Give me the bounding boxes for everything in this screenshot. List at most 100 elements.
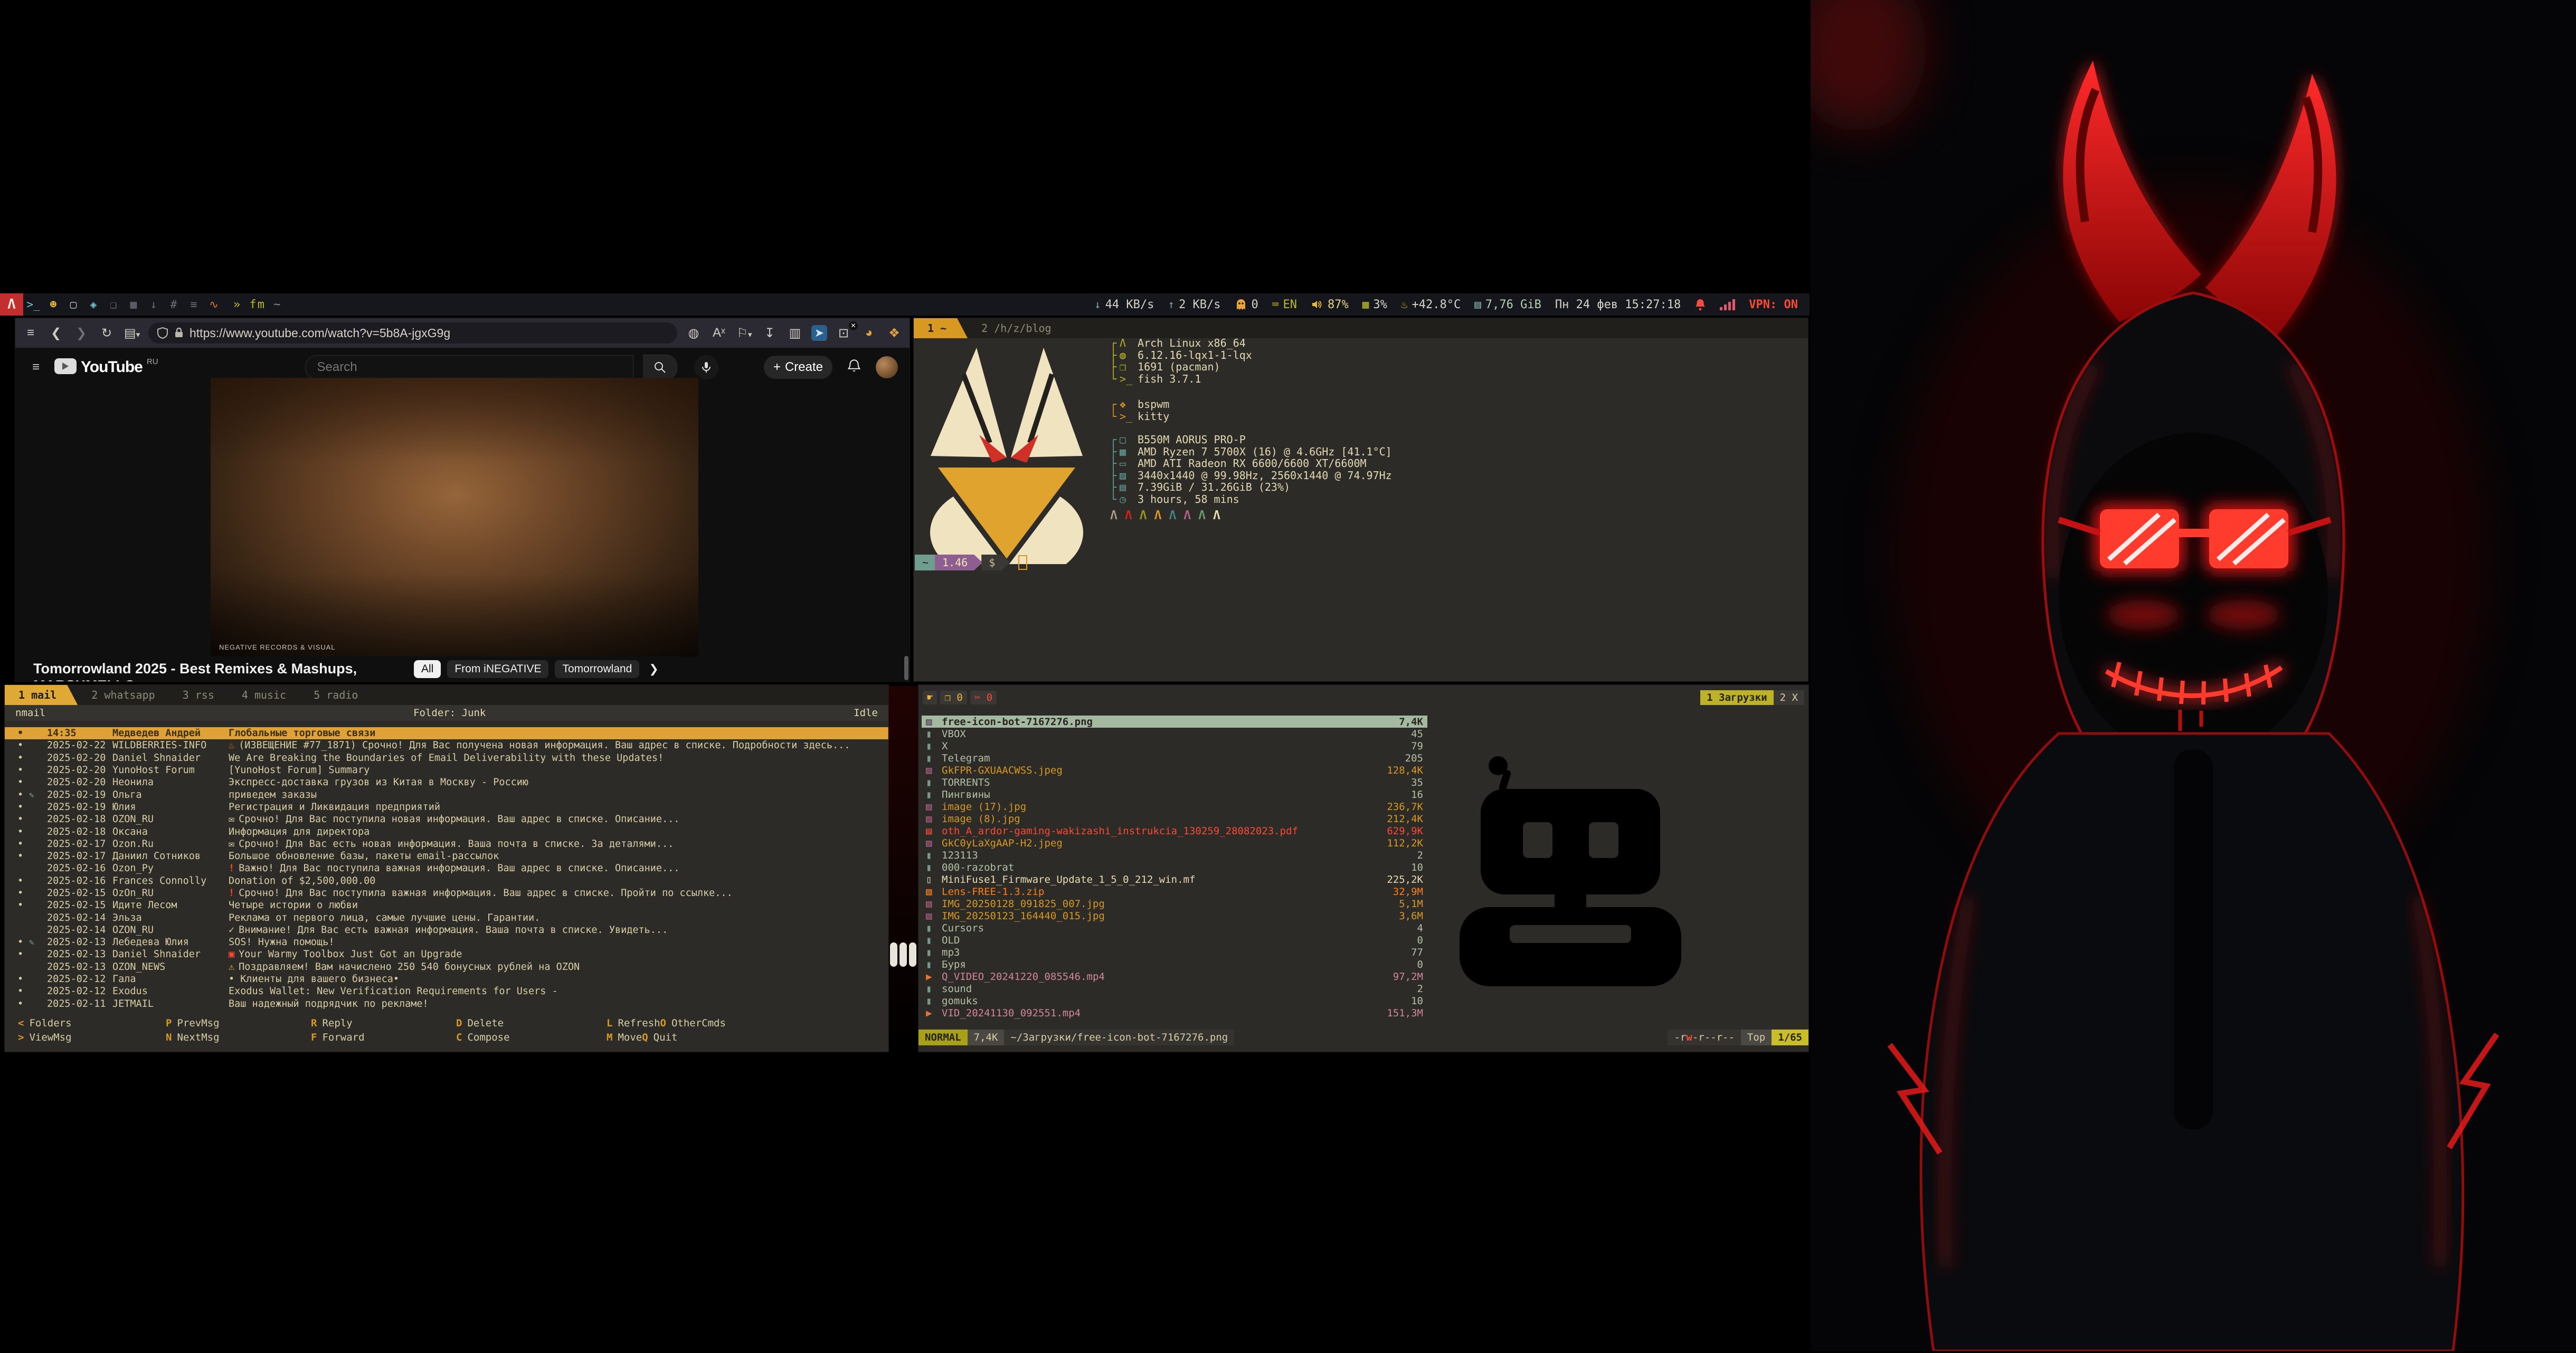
browser-menu-icon[interactable]: ≡ bbox=[22, 326, 40, 340]
file-row[interactable]: ▮ Пингвины 16 bbox=[922, 788, 1427, 801]
mail-row[interactable]: • 2025-02-12 Гала • Клиенты для вашего б… bbox=[5, 973, 888, 985]
workspace-icon[interactable]: ≡ bbox=[184, 298, 204, 311]
yazi-tab[interactable]: 1 Загрузки bbox=[1700, 690, 1773, 705]
yazi-tab[interactable]: 2 X bbox=[1774, 690, 1804, 705]
create-button[interactable]: +Create bbox=[764, 356, 832, 379]
mail-row[interactable]: • 2025-02-17 Ozon.Ru ✉Срочно! Для Вас ес… bbox=[5, 838, 888, 850]
keybind[interactable]: FForward bbox=[311, 1032, 456, 1043]
translate-icon[interactable]: Aˣ bbox=[710, 326, 728, 340]
arch-launcher-icon[interactable]: Λ bbox=[0, 293, 23, 316]
mail-row[interactable]: 2025-02-13 OZON_NEWS ⚠Поздравляем! Вам н… bbox=[5, 961, 888, 973]
terminal-tab[interactable]: 2 /h/z/blog bbox=[968, 318, 1065, 338]
mail-row[interactable]: • 2025-02-20 YunoHost Forum [YunoHost Fo… bbox=[5, 764, 888, 776]
reader-mode-icon[interactable]: ▤▾ bbox=[123, 326, 141, 341]
bookmark-icon[interactable]: ⚐▾ bbox=[735, 326, 753, 341]
workspace-icon[interactable]: ❏ bbox=[103, 298, 124, 311]
mail-row[interactable]: • 2025-02-15 Идите Лесом Четыре истории … bbox=[5, 899, 888, 911]
file-row[interactable]: ▮ Cursors 4 bbox=[922, 922, 1427, 934]
mail-tab[interactable]: 3 rss bbox=[169, 685, 228, 705]
mail-row[interactable]: • 14:35 Медведев Андрей Глобальные торго… bbox=[5, 727, 888, 739]
search-button[interactable] bbox=[643, 355, 677, 380]
url-text[interactable]: https://www.youtube.com/watch?v=5b8A-jgx… bbox=[190, 326, 450, 340]
mail-row[interactable]: • ✎ 2025-02-13 Лебедева Юлия SOS! Нужна … bbox=[5, 936, 888, 948]
sidebar-icon[interactable]: ▥ bbox=[786, 326, 804, 341]
mic-button[interactable] bbox=[694, 355, 718, 379]
filter-chip[interactable]: Tomorrowland bbox=[555, 660, 639, 678]
workspace-icon[interactable]: ◈ bbox=[83, 298, 103, 311]
file-row[interactable]: ▨ image (8).jpg 212,4K bbox=[922, 813, 1427, 825]
extensions-puzzle-icon[interactable]: ❖ bbox=[885, 326, 903, 341]
file-row[interactable]: ▨ IMG_20250128_091825_007.jpg 5,1M bbox=[922, 898, 1427, 910]
reload-icon[interactable]: ↻ bbox=[98, 326, 116, 341]
keybind[interactable]: OOtherCmds bbox=[660, 1017, 726, 1029]
volume-module[interactable]: 87% bbox=[1311, 298, 1349, 311]
mail-tab[interactable]: 2 whatsapp bbox=[78, 685, 168, 705]
file-row[interactable]: ▯ MiniFuse1_Firmware_Update_1_5_0_212_wi… bbox=[922, 873, 1427, 885]
search-input[interactable] bbox=[316, 359, 603, 375]
screenshot-extension-icon[interactable]: ⊡ bbox=[835, 326, 853, 341]
mail-row[interactable]: • 2025-02-12 Exodus Exodus Wallet: New V… bbox=[5, 985, 888, 997]
mail-row[interactable]: • 2025-02-11 JETMAIL Ваш надежный подряд… bbox=[5, 998, 888, 1010]
mail-tab[interactable]: 1 mail bbox=[5, 685, 78, 705]
shield-icon[interactable] bbox=[157, 327, 168, 339]
mail-row[interactable]: • 2025-02-15 OzOn_RU !Срочно! Для Вас по… bbox=[5, 887, 888, 899]
pointer-extension-icon[interactable]: ➤ bbox=[811, 325, 827, 341]
workspace-icon[interactable]: ▢ bbox=[63, 298, 83, 311]
clock-module[interactable]: Пн 24 фев 15:27:18 bbox=[1555, 298, 1681, 311]
keybind[interactable]: RReply bbox=[311, 1017, 456, 1029]
mail-row[interactable]: • 2025-02-18 Оксана Информация для дирек… bbox=[5, 825, 888, 837]
mail-row[interactable]: • ✎ 2025-02-19 Ольга приведем заказы bbox=[5, 788, 888, 801]
download-icon[interactable]: ↧ bbox=[761, 326, 779, 341]
mask-extension-icon[interactable]: ◕ bbox=[860, 326, 878, 340]
youtube-logo[interactable]: YouTube RU bbox=[54, 358, 158, 376]
mail-tab[interactable]: 4 music bbox=[228, 685, 300, 705]
file-row[interactable]: ▮ sound 2 bbox=[922, 983, 1427, 995]
mail-row[interactable]: • 2025-02-16 Frances Connolly Donation o… bbox=[5, 875, 888, 887]
workspace-icon[interactable]: ∿ bbox=[204, 298, 224, 311]
workspace-icon[interactable]: # bbox=[164, 298, 184, 311]
file-row[interactable]: ▶ Q_VIDEO_20241220_085546.mp4 97,2M bbox=[922, 970, 1427, 983]
mail-row[interactable]: • 2025-02-20 Daniel Shnaider We Are Brea… bbox=[5, 752, 888, 764]
file-row[interactable]: ▮ VBOX 45 bbox=[922, 728, 1427, 740]
lock-icon[interactable] bbox=[174, 327, 184, 339]
file-row[interactable]: ▮ X 79 bbox=[922, 740, 1427, 752]
back-icon[interactable]: ❮ bbox=[47, 326, 65, 341]
file-row[interactable]: ▮ mp3 77 bbox=[922, 946, 1427, 958]
file-row[interactable]: ▨ IMG_20250123_164440_015.jpg 3,6M bbox=[922, 910, 1427, 922]
mail-row[interactable]: • 2025-02-13 Daniel Shnaider ▣Your Warmy… bbox=[5, 948, 888, 960]
notifications-bell-icon[interactable] bbox=[847, 359, 861, 376]
url-bar[interactable]: https://www.youtube.com/watch?v=5b8A-jgx… bbox=[148, 322, 677, 344]
search-bar[interactable] bbox=[305, 355, 633, 379]
rss-icon[interactable]: ◍ bbox=[685, 326, 703, 341]
file-row[interactable]: ▨ image (17).jpg 236,7K bbox=[922, 801, 1427, 813]
forward-icon[interactable]: ❯ bbox=[72, 326, 90, 341]
notification-module[interactable]: 0 bbox=[1235, 298, 1258, 311]
keybind[interactable]: >ViewMsg bbox=[18, 1032, 166, 1043]
keybind[interactable]: PPrevMsg bbox=[166, 1017, 311, 1029]
keybind[interactable]: MMove bbox=[607, 1032, 642, 1043]
mail-row[interactable]: • 2025-02-20 Неонила Экспресс-доставка г… bbox=[5, 776, 888, 788]
mail-tab[interactable]: 5 radio bbox=[300, 685, 372, 705]
keybind[interactable]: CCompose bbox=[456, 1032, 607, 1043]
mail-row[interactable]: • 2025-02-18 OZON_RU ✉Срочно! Для Вас по… bbox=[5, 813, 888, 825]
keyboard-layout-module[interactable]: ⌨EN bbox=[1272, 298, 1297, 311]
mail-row[interactable]: 2025-02-14 Эльза Реклама от первого лица… bbox=[5, 911, 888, 923]
file-row[interactable]: ▮ gomuks 10 bbox=[922, 995, 1427, 1007]
file-row[interactable]: ▮ 000-razobrat 10 bbox=[922, 861, 1427, 873]
file-row[interactable]: ▮ TORRENTS 35 bbox=[922, 776, 1427, 788]
file-row[interactable]: ▶ VID_20241130_092551.mp4 151,3M bbox=[922, 1007, 1427, 1019]
keybind[interactable]: DDelete bbox=[456, 1017, 607, 1029]
keybind[interactable]: QQuit bbox=[642, 1032, 677, 1043]
mail-row[interactable]: • 2025-02-19 Юлия Регистрация и Ликвидац… bbox=[5, 801, 888, 813]
file-row[interactable]: ▤ oth_A_ardor-gaming-wakizashi_instrukci… bbox=[922, 825, 1427, 837]
chips-more-icon[interactable]: ❯ bbox=[649, 662, 658, 676]
file-row[interactable]: ▨ free-icon-bot-7167276.png 7,4K bbox=[922, 716, 1427, 728]
workspace-icon[interactable]: >_ bbox=[23, 298, 43, 311]
keybind[interactable]: LRefresh bbox=[607, 1017, 660, 1029]
terminal-tab[interactable]: 1 ~ bbox=[914, 318, 968, 338]
keybind[interactable]: NNextMsg bbox=[166, 1032, 311, 1043]
mail-row[interactable]: • 2025-02-17 Даниил Сотников Большое обн… bbox=[5, 850, 888, 862]
file-row[interactable]: ▨ GkC0yLaXgAAP-H2.jpeg 112,2K bbox=[922, 837, 1427, 849]
video-player[interactable]: NEGATIVE RECORDS & VISUAL bbox=[211, 378, 698, 656]
mail-row[interactable]: 2025-02-16 Ozon_Py !Важно! Для Вас посту… bbox=[5, 862, 888, 874]
